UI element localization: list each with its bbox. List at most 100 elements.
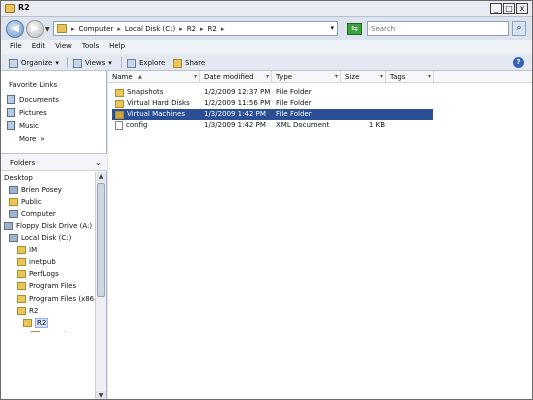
scroll-down-icon[interactable]: ▼ xyxy=(96,391,106,399)
scrollbar-thumb[interactable] xyxy=(97,183,105,297)
tree-item[interactable]: R2 xyxy=(23,317,49,328)
help-button[interactable]: ? xyxy=(513,57,524,68)
computer-icon xyxy=(9,209,18,218)
folder-icon xyxy=(17,246,26,255)
share-button[interactable]: Share xyxy=(173,57,205,69)
tree-item[interactable]: Snapshots xyxy=(31,329,79,332)
file-row[interactable]: Virtual Hard Disks 1/2/2009 11:56 PM File … xyxy=(112,98,433,109)
column-tags[interactable]: Tags ▾ xyxy=(386,71,434,83)
minimize-button[interactable]: _ xyxy=(490,3,502,14)
menu-bar: File Edit View Tools Help xyxy=(1,40,532,54)
folder-icon xyxy=(5,4,15,13)
folder-icon xyxy=(115,99,124,108)
menu-view[interactable]: View xyxy=(50,40,77,54)
file-row[interactable]: Snapshots 1/2/2009 12:37 PM File Folder xyxy=(112,87,433,98)
folder-icon xyxy=(23,318,32,327)
breadcrumb-r2-current[interactable]: R2 xyxy=(208,25,217,33)
tree-item[interactable]: R2 xyxy=(17,305,38,316)
search-box[interactable] xyxy=(367,21,509,36)
tree-item[interactable]: Brien Posey xyxy=(9,184,62,195)
breadcrumb: ▸ Computer ▸ Local Disk (C:) ▸ R2 ▸ R2 ▸ xyxy=(71,25,224,33)
tree-item[interactable]: Program Files xyxy=(17,281,76,292)
explore-button[interactable]: Explore xyxy=(127,57,165,69)
file-name: Virtual Hard Disks xyxy=(127,99,190,107)
file-name-cell: Virtual Machines xyxy=(115,109,185,120)
folders-header[interactable]: Folders ⌄ xyxy=(1,153,107,171)
tree-item-label: Snapshots xyxy=(43,331,79,332)
scroll-up-icon[interactable]: ▲ xyxy=(96,172,106,182)
column-size[interactable]: Size ▾ xyxy=(341,71,386,83)
tree-item[interactable]: Local Disk (C:) xyxy=(9,233,71,244)
address-bar[interactable]: ▸ Computer ▸ Local Disk (C:) ▸ R2 ▸ R2 ▸… xyxy=(53,21,338,36)
file-row[interactable]: Virtual Machines 1/3/2009 1:42 PM File Fol… xyxy=(112,109,433,120)
breadcrumb-r2[interactable]: R2 xyxy=(187,25,196,33)
breadcrumb-computer[interactable]: Computer xyxy=(79,25,114,33)
back-button[interactable]: ◀ xyxy=(6,20,24,38)
title-bar: R2 _ □ x xyxy=(1,1,532,17)
tree-item-label: Floppy Disk Drive (A:) xyxy=(16,221,93,230)
sort-up-icon: ▲ xyxy=(138,74,142,80)
folder-icon xyxy=(115,88,124,97)
breadcrumb-separator: ▸ xyxy=(179,25,183,33)
tree-item[interactable]: Public xyxy=(9,196,42,207)
menu-edit[interactable]: Edit xyxy=(27,40,51,54)
column-date-label: Date modified xyxy=(204,73,254,81)
views-button[interactable]: Views ▾ xyxy=(73,57,112,69)
chevron-down-icon[interactable]: ▾ xyxy=(330,24,334,32)
file-name-cell: Virtual Hard Disks xyxy=(115,98,190,109)
date-modified: 1/3/2009 1:42 PM xyxy=(204,121,266,129)
close-button[interactable]: x xyxy=(516,3,528,14)
favorite-music[interactable]: Music xyxy=(7,121,39,130)
tree-item[interactable]: PerfLogs xyxy=(17,269,59,280)
favorite-label: Pictures xyxy=(19,108,47,117)
menu-help[interactable]: Help xyxy=(104,40,130,54)
folders-heading: Folders xyxy=(10,159,36,167)
column-name[interactable]: Name ▲ ▾ xyxy=(108,71,200,83)
more-label: More xyxy=(19,135,37,143)
explorer-window: R2 _ □ x ◀ ▶ ▼ ▸ Computer ▸ Local Disk (… xyxy=(0,0,533,400)
favorite-links-heading: Favorite Links xyxy=(9,81,58,89)
tree-item[interactable]: Desktop xyxy=(4,172,33,183)
tree-item-label: Brien Posey xyxy=(21,185,62,194)
tree-item-label: Public xyxy=(21,197,42,206)
breadcrumb-local-disk[interactable]: Local Disk (C:) xyxy=(125,25,175,33)
column-tags-label: Tags xyxy=(390,73,406,81)
file-type: File Folder xyxy=(276,88,312,96)
menu-tools[interactable]: Tools xyxy=(77,40,104,54)
tree-item[interactable]: Program Files (x86) xyxy=(17,293,94,304)
tree-item-label: Local Disk (C:) xyxy=(21,234,72,242)
tree-item-label: Program Files (x86) xyxy=(29,294,94,303)
folder-icon xyxy=(17,306,26,315)
folder-icon xyxy=(57,24,67,33)
tree-item[interactable]: Computer xyxy=(9,208,56,219)
column-date-modified[interactable]: Date modified ▾ xyxy=(200,71,272,83)
search-button[interactable]: ⌕ xyxy=(512,21,526,36)
favorite-pictures[interactable]: Pictures xyxy=(7,108,47,117)
recent-pages-dropdown[interactable]: ▼ xyxy=(45,26,50,33)
chevron-down-icon: ▾ xyxy=(334,73,338,80)
menu-file[interactable]: File xyxy=(5,40,27,54)
tree-item[interactable]: IM xyxy=(17,245,37,256)
refresh-button[interactable]: ⇆ xyxy=(347,23,362,35)
search-input[interactable] xyxy=(368,22,488,35)
favorite-more[interactable]: More » xyxy=(19,135,45,143)
folder-icon xyxy=(17,282,26,291)
column-type[interactable]: Type ▾ xyxy=(272,71,341,83)
file-list-pane: Name ▲ ▾ Date modified ▾ Type ▾ Size ▾ T… xyxy=(108,71,532,399)
tree-item-label: Program Files xyxy=(29,282,77,291)
file-type: XML Document xyxy=(276,121,330,129)
tree-scrollbar[interactable]: ▲ ▼ xyxy=(95,172,106,399)
favorite-documents[interactable]: Documents xyxy=(7,95,59,104)
file-type: File Folder xyxy=(276,110,312,118)
tree-item[interactable]: inetpub xyxy=(17,257,56,268)
forward-button[interactable]: ▶ xyxy=(26,20,44,38)
file-size: 1 KB xyxy=(368,121,385,129)
folder-icon xyxy=(115,110,124,119)
organize-button[interactable]: Organize ▾ xyxy=(9,57,59,69)
file-row[interactable]: config 1/3/2009 1:42 PM XML Document 1 KB xyxy=(112,120,433,131)
date-modified: 1/3/2009 1:42 PM xyxy=(204,110,266,118)
toolbar-divider xyxy=(121,57,122,68)
maximize-button[interactable]: □ xyxy=(503,3,515,14)
tree-item[interactable]: Floppy Disk Drive (A:) xyxy=(4,220,92,231)
user-icon xyxy=(9,185,18,194)
